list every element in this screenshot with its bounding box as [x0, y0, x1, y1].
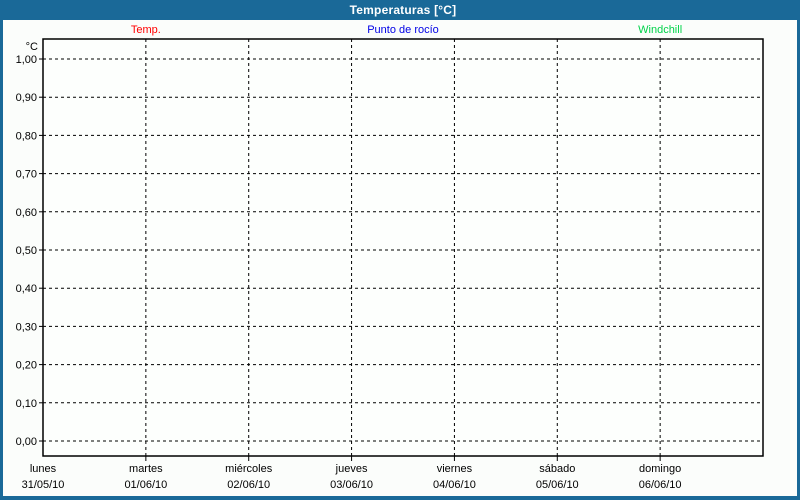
x-date-label: 05/06/10: [536, 479, 579, 491]
x-day-label: jueves: [335, 463, 368, 475]
x-date-label: 06/06/10: [639, 479, 682, 491]
plot-border: [42, 38, 764, 457]
y-tick-label: 0,90: [16, 92, 37, 104]
y-tick-label: 0,50: [16, 245, 37, 257]
x-day-label: miércoles: [225, 463, 273, 475]
y-tick-label: 0,00: [16, 436, 37, 448]
y-axis-unit-label: °C: [26, 41, 38, 53]
x-day-label: lunes: [30, 463, 57, 475]
x-day-label: martes: [129, 463, 163, 475]
x-date-label: 03/06/10: [330, 479, 373, 491]
y-tick-label: 0,40: [16, 283, 37, 295]
x-date-label: 02/06/10: [227, 479, 270, 491]
y-tick-label: 0,60: [16, 207, 37, 219]
y-tick-label: 0,80: [16, 130, 37, 142]
chart-window: Temperaturas [°C] Temp. Punto de rocío W…: [0, 0, 800, 500]
x-day-label: domingo: [639, 463, 681, 475]
chart-canvas: 1,00 0,90 0,80 0,70 0,60 0,50 0,40 0,30 0,20 0,10…: [16, 38, 764, 491]
x-date-label: 04/06/10: [433, 479, 476, 491]
y-tick-label: 0,30: [16, 321, 37, 333]
x-day-label: viernes: [437, 463, 473, 475]
y-tick-label: 1,00: [16, 54, 37, 66]
x-date-label: 31/05/10: [22, 479, 65, 491]
y-tick-label: 0,10: [16, 398, 37, 410]
y-tick-label: 0,70: [16, 169, 37, 181]
x-day-label: sábado: [539, 463, 575, 475]
chart-plot-area: 1,00 0,90 0,80 0,70 0,60 0,50 0,40 0,30 0,20 0,10…: [3, 0, 800, 500]
y-tick-label: 0,20: [16, 360, 37, 372]
x-date-label: 01/06/10: [124, 479, 167, 491]
